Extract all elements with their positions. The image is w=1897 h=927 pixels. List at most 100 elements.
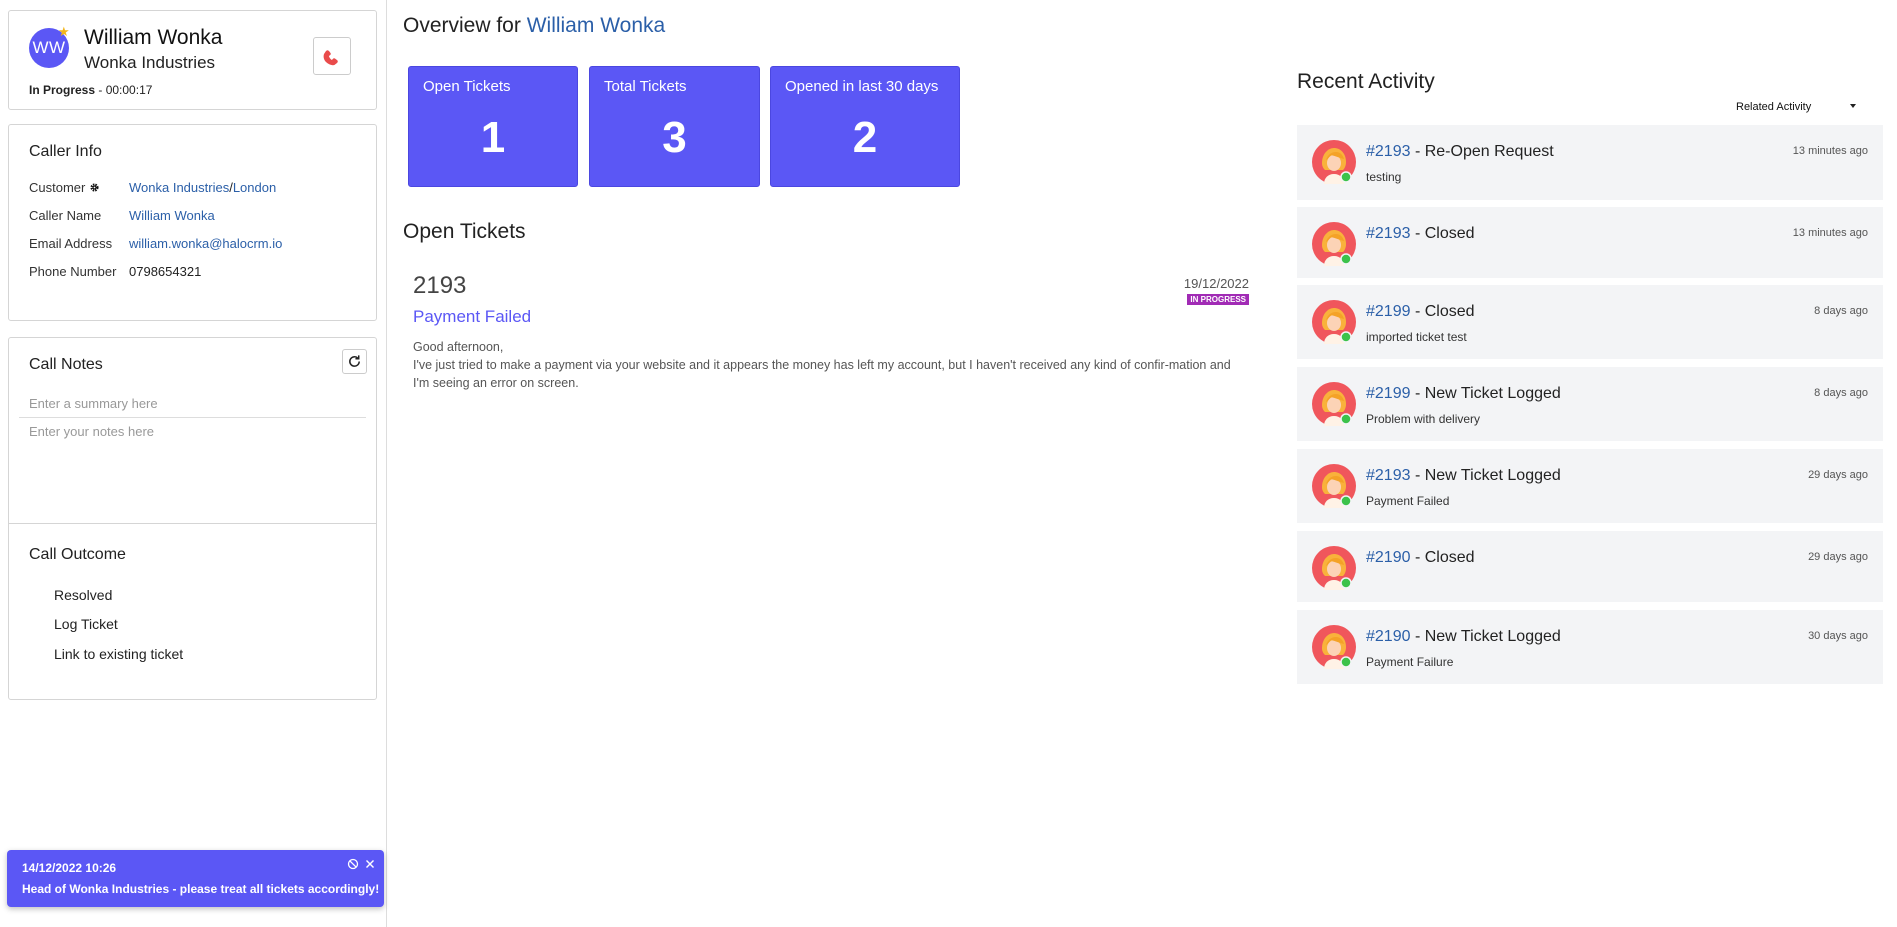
outcome-link-existing-ticket[interactable]: Link to existing ticket [54,646,183,662]
stat-opened-last-30-days[interactable]: Opened in last 30 days 2 [770,66,960,187]
agent-avatar [1312,625,1356,669]
ticket-details: I've just tried to make a payment via yo… [413,358,1231,390]
activity-heading: #2193 - Closed [1366,225,1475,243]
overview-customer-link[interactable]: William Wonka [527,14,665,37]
phone-label: Phone Number [29,264,117,279]
activity-ticket-link[interactable]: #2199 [1366,303,1411,320]
site-link[interactable]: London [233,180,276,195]
call-notes-card: Call Notes Call Outcome Resolved Log Tic… [8,337,377,700]
stat-label: Total Tickets [604,78,687,95]
activity-note: Payment Failed [1366,494,1450,508]
activity-note: imported ticket test [1366,330,1467,344]
notes-textarea[interactable] [19,424,366,514]
activity-item[interactable]: #2193 - New Ticket Logged 29 days ago Paym… [1297,449,1883,523]
call-status-separator: - [95,83,106,97]
vip-star-icon: ★ [58,24,70,39]
divider [9,523,376,524]
activity-item[interactable]: #2199 - New Ticket Logged 8 days ago Probl… [1297,367,1883,441]
open-tickets-title: Open Tickets [403,220,526,243]
hangup-button[interactable] [313,37,351,75]
email-row: Email Address william.wonka@halocrm.io [29,236,282,251]
ticket-body: Good afternoon, I've just tried to make … [413,338,1249,392]
activity-item[interactable]: #2193 - Re-Open Request 13 minutes ago tes… [1297,125,1883,200]
activity-note: Payment Failure [1366,655,1454,669]
outcome-resolved[interactable]: Resolved [54,587,112,603]
stat-label: Opened in last 30 days [785,78,939,95]
stat-open-tickets[interactable]: Open Tickets 1 [408,66,578,187]
toast-date: 14/12/2022 10:26 [22,861,117,875]
gear-icon[interactable] [89,182,100,193]
activity-heading: #2190 - Closed [1366,549,1475,567]
mute-notice-icon[interactable] [347,858,359,870]
stat-total-tickets[interactable]: Total Tickets 3 [589,66,760,187]
call-status: In Progress - 00:00:17 [29,83,152,97]
caller-name-row: Caller Name William Wonka [29,208,215,223]
activity-item[interactable]: #2190 - New Ticket Logged 30 days ago Paym… [1297,610,1883,684]
ticket-greeting: Good afternoon, [413,340,504,354]
recent-activity-title: Recent Activity [1297,70,1435,93]
overview-prefix: Overview for [403,14,521,37]
close-icon[interactable] [365,859,375,869]
stat-value: 2 [852,113,878,162]
caller-card: WW ★ William Wonka Wonka Industries In P… [8,10,377,110]
left-panel: WW ★ William Wonka Wonka Industries In P… [0,0,387,927]
activity-ticket-link[interactable]: #2199 [1366,385,1411,402]
activity-note: Problem with delivery [1366,412,1481,426]
agent-avatar [1312,464,1356,508]
activity-time: 8 days ago [1814,305,1868,317]
activity-heading: #2193 - Re-Open Request [1366,143,1554,161]
activity-action: - New Ticket Logged [1410,385,1561,402]
stat-label: Open Tickets [423,78,511,95]
ticket-subject[interactable]: Payment Failed [413,307,531,327]
activity-ticket-link[interactable]: #2193 [1366,467,1411,484]
activity-item[interactable]: #2190 - Closed 29 days ago [1297,531,1883,602]
activity-ticket-link[interactable]: #2190 [1366,628,1411,645]
call-status-label: In Progress [29,83,96,97]
activity-note: testing [1366,170,1402,184]
caller-company: Wonka Industries [84,53,216,72]
activity-ticket-link[interactable]: #2190 [1366,549,1411,566]
activity-action: - Re-Open Request [1410,143,1554,160]
activity-action: - Closed [1410,225,1475,242]
activity-action: - New Ticket Logged [1410,628,1561,645]
stat-value: 1 [480,113,506,162]
stat-value: 3 [662,113,687,162]
agent-avatar [1312,546,1356,590]
ticket-card[interactable]: 2193 19/12/2022 IN PROGRESS Payment Fail… [413,272,1249,402]
outcome-log-ticket[interactable]: Log Ticket [54,616,118,632]
caller-name-label: Caller Name [29,208,102,223]
ticket-status-badge: IN PROGRESS [1187,294,1249,305]
ticket-id[interactable]: 2193 [413,272,466,300]
activity-time: 8 days ago [1814,387,1868,399]
caller-name-link[interactable]: William Wonka [129,208,215,223]
overview-title: Overview for William Wonka [403,14,665,38]
activity-item[interactable]: #2199 - Closed 8 days ago imported ticket … [1297,285,1883,359]
activity-time: 29 days ago [1808,469,1868,481]
activity-time: 13 minutes ago [1792,145,1868,157]
activity-filter-value: Related Activity [1736,101,1812,113]
email-link[interactable]: william.wonka@halocrm.io [129,236,282,251]
activity-filter-select[interactable]: Related Activity [1736,101,1864,119]
refresh-notes-button[interactable] [342,349,367,374]
activity-item[interactable]: #2193 - Closed 13 minutes ago [1297,207,1883,278]
refresh-icon [349,355,360,367]
caller-info-title: Caller Info [29,143,102,160]
agent-avatar [1312,140,1356,184]
activity-heading: #2190 - New Ticket Logged [1366,628,1561,646]
toast-message: Head of Wonka Industries - please treat … [22,882,380,896]
caller-info-card: Caller Info Customer Wonka Industries/Lo… [8,124,377,321]
customer-label: Customer [29,180,86,195]
activity-action: - Closed [1410,549,1475,566]
activity-action: - New Ticket Logged [1410,467,1561,484]
customer-link[interactable]: Wonka Industries [129,180,229,195]
activity-ticket-link[interactable]: #2193 [1366,225,1411,242]
summary-input[interactable] [19,390,366,418]
agent-avatar [1312,382,1356,426]
call-notes-title: Call Notes [29,356,103,373]
phone-row: Phone Number 0798654321 [29,264,201,279]
activity-ticket-link[interactable]: #2193 [1366,143,1411,160]
phone-hangup-icon [323,50,338,66]
call-outcome-title: Call Outcome [29,546,126,563]
agent-avatar [1312,300,1356,344]
activity-heading: #2199 - New Ticket Logged [1366,385,1561,403]
